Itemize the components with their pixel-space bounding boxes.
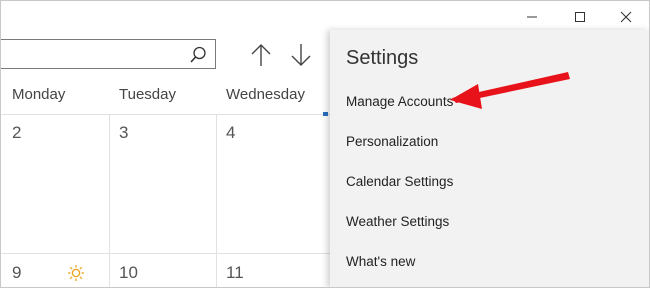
day-header-wednesday: Wednesday [226, 86, 305, 103]
today-indicator [323, 112, 328, 116]
date-cell[interactable]: 10 [119, 263, 138, 283]
date-cell[interactable]: 11 [226, 263, 244, 283]
previous-button[interactable] [248, 42, 274, 68]
maximize-icon [575, 12, 585, 22]
close-icon [620, 11, 632, 23]
date-cell[interactable]: 4 [226, 123, 235, 143]
menu-item-calendar-settings[interactable]: Calendar Settings [346, 174, 453, 189]
grid-line [216, 114, 217, 288]
close-button[interactable] [611, 5, 641, 29]
menu-item-manage-accounts[interactable]: Manage Accounts [346, 94, 453, 109]
next-button[interactable] [288, 42, 314, 68]
date-cell[interactable]: 9 [12, 263, 21, 283]
minimize-button[interactable] [517, 5, 547, 29]
search-input[interactable] [0, 39, 216, 69]
arrow-down-icon [291, 44, 311, 66]
annotation-arrow-icon [450, 72, 570, 109]
settings-title: Settings [346, 47, 419, 69]
grid-line [0, 253, 330, 254]
day-header-monday: Monday [12, 86, 66, 103]
menu-item-personalization[interactable]: Personalization [346, 134, 438, 149]
search-icon[interactable] [189, 46, 207, 68]
arrow-up-icon [251, 44, 271, 66]
grid-line [0, 114, 330, 115]
date-cell[interactable]: 3 [119, 123, 128, 143]
date-cell[interactable]: 2 [12, 123, 21, 143]
maximize-button[interactable] [565, 5, 595, 29]
sun-icon [67, 264, 85, 286]
menu-item-whats-new[interactable]: What's new [346, 254, 415, 269]
minimize-icon [527, 16, 537, 18]
menu-item-weather-settings[interactable]: Weather Settings [346, 214, 449, 229]
day-header-tuesday: Tuesday [119, 86, 176, 103]
grid-line [109, 114, 110, 288]
